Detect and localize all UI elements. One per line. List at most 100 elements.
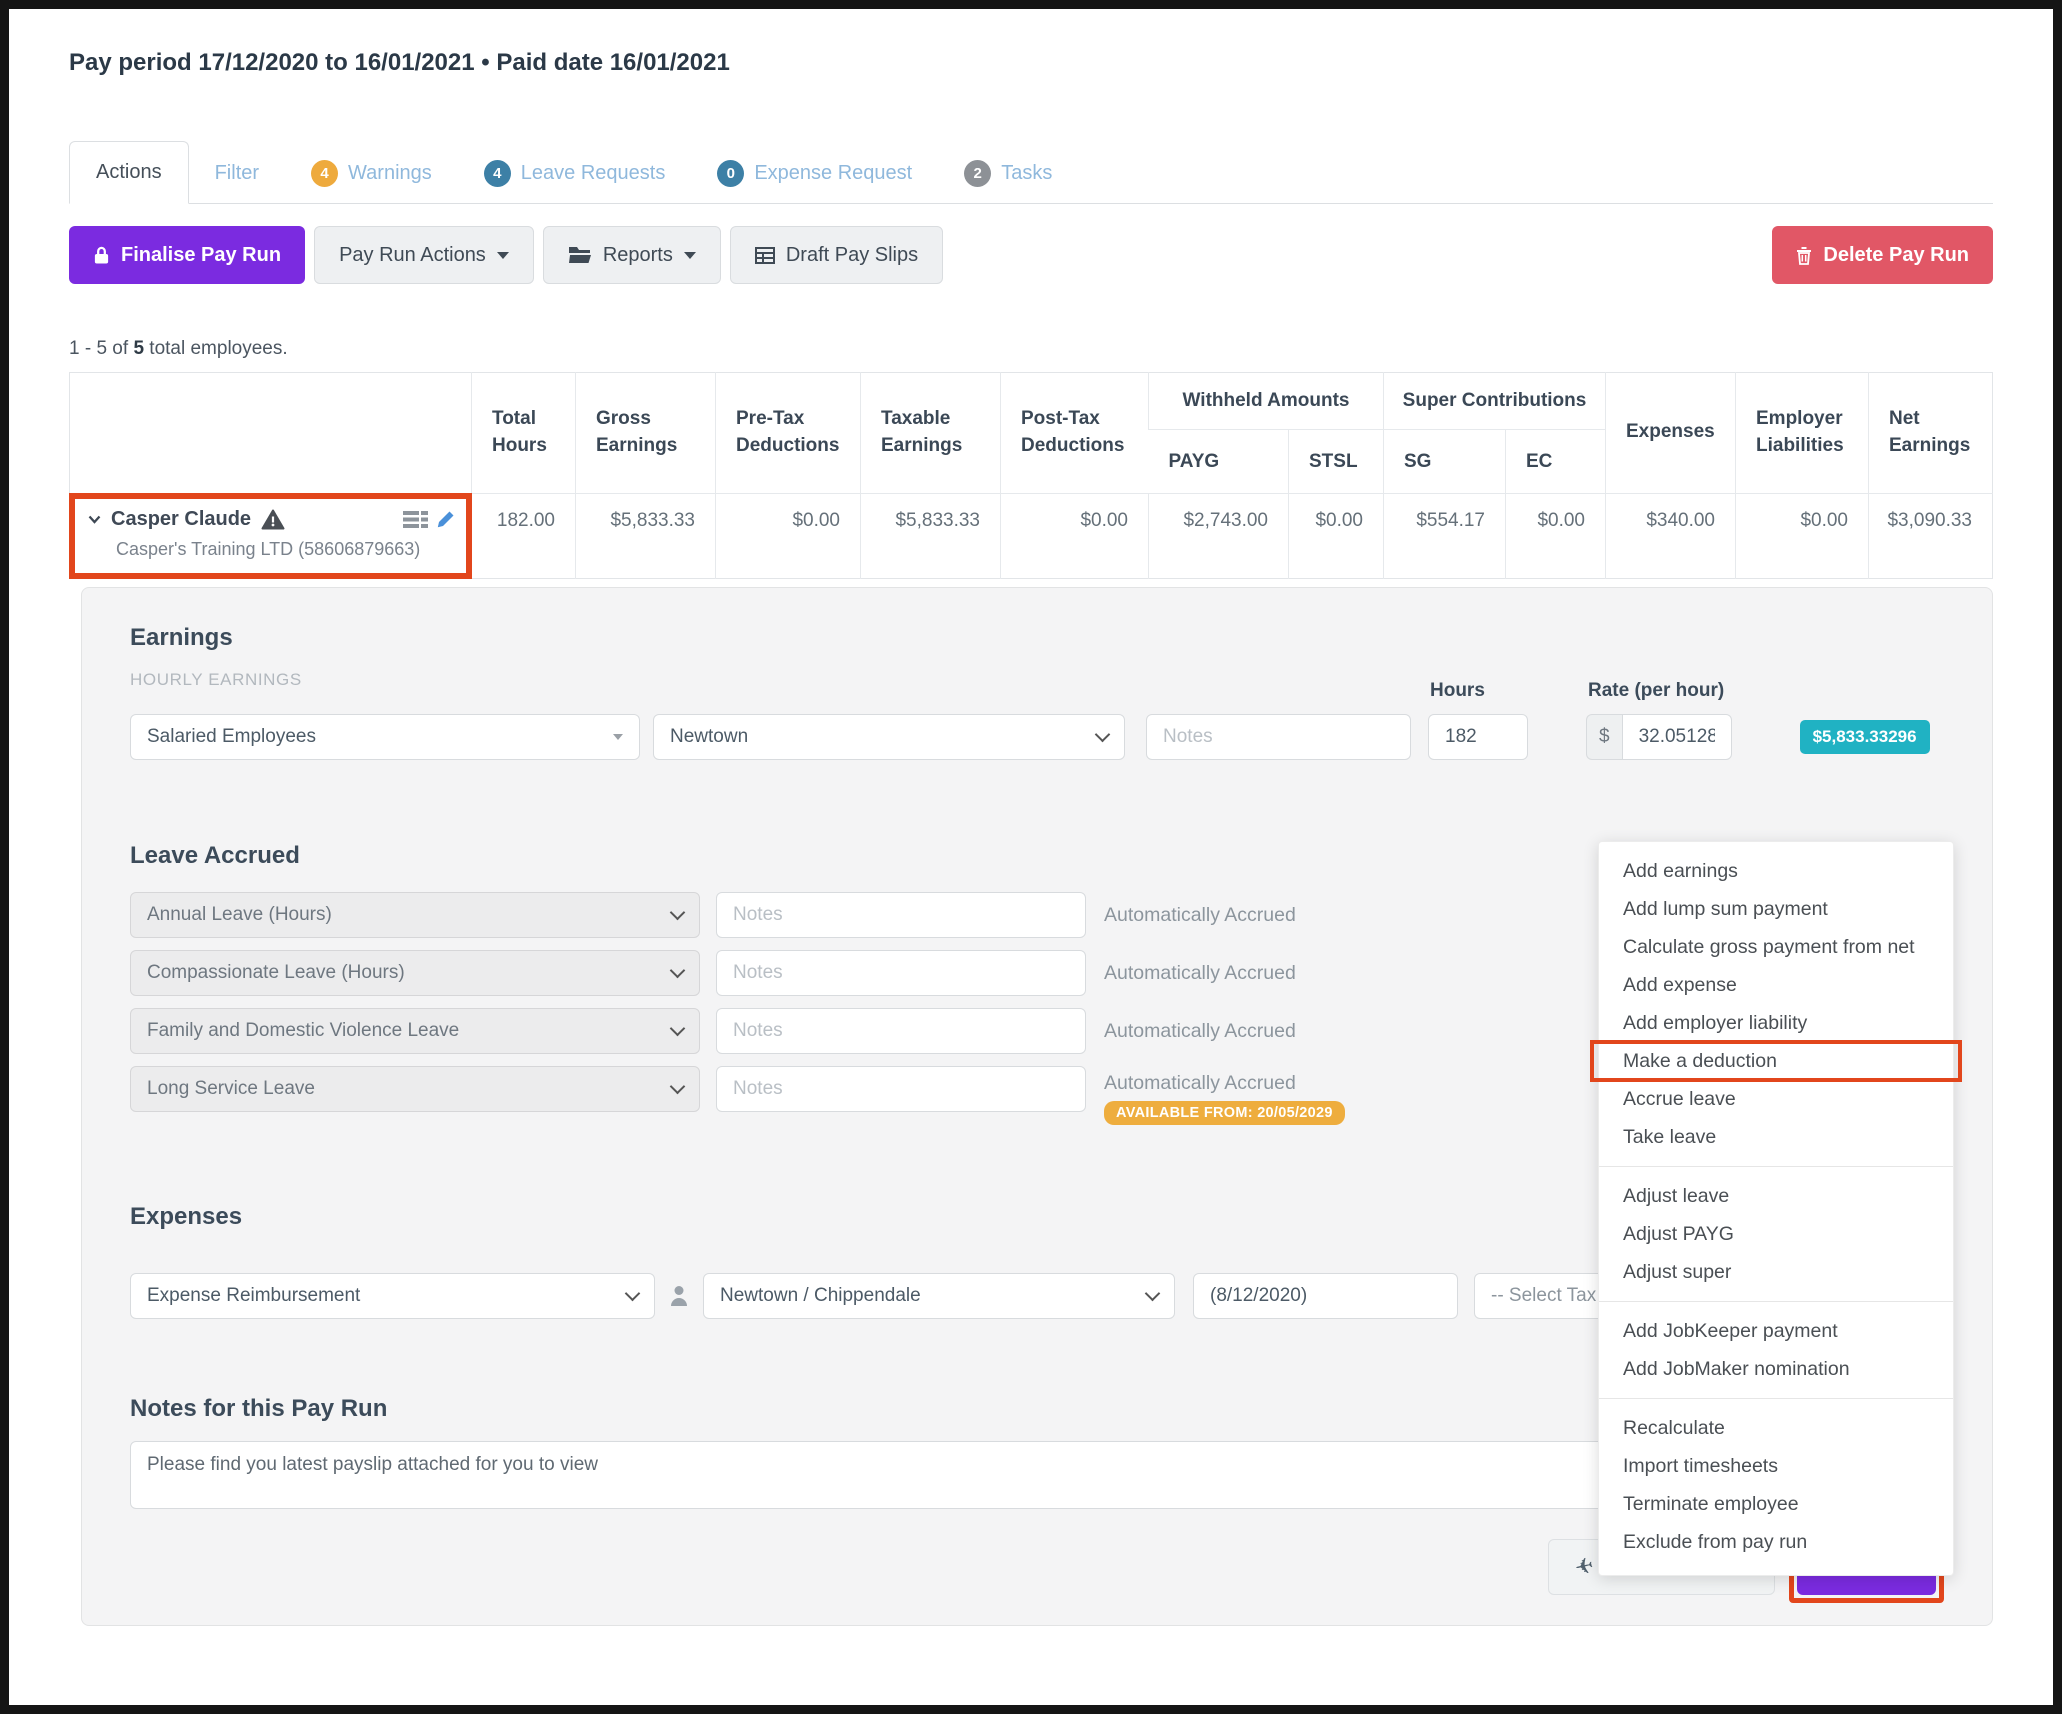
leave-status-0: Automatically Accrued [1104, 904, 1296, 927]
earnings-location-select[interactable]: Newtown [653, 714, 1125, 760]
menu-item-terminate-employee[interactable]: Terminate employee [1599, 1485, 1953, 1523]
finalise-pay-run-label: Finalise Pay Run [121, 244, 281, 267]
reports-label: Reports [603, 244, 673, 267]
toolbar: Finalise Pay Run Pay Run Actions Reports [69, 226, 1993, 284]
hours-input[interactable] [1428, 714, 1528, 760]
earnings-heading: Earnings [130, 624, 1944, 652]
payslip-grid-icon [755, 247, 775, 264]
leave-type-select-1[interactable]: Compassionate Leave (Hours) [130, 950, 700, 996]
cell-pre-tax-deductions: $0.00 [716, 494, 861, 579]
rate-input[interactable] [1622, 714, 1732, 760]
menu-divider [1599, 1398, 1953, 1399]
chevron-down-icon [670, 1079, 686, 1095]
cell-total-hours: 182.00 [472, 494, 576, 579]
employee-name-cell[interactable]: Casper Claude [70, 494, 472, 579]
expense-date-input[interactable] [1193, 1273, 1458, 1319]
chevron-down-icon [497, 252, 509, 259]
tab-warnings[interactable]: 4 Warnings [285, 143, 458, 203]
col-payg: PAYG [1149, 429, 1289, 494]
menu-item-adjust-payg[interactable]: Adjust PAYG [1599, 1215, 1953, 1253]
pay-run-employee-table: Total Hours Gross Earnings Pre-Tax Deduc… [69, 372, 1993, 579]
menu-item-add-expense[interactable]: Add expense [1599, 966, 1953, 1004]
earnings-notes-input[interactable] [1146, 714, 1411, 760]
menu-item-exclude-from-pay-run[interactable]: Exclude from pay run [1599, 1523, 1953, 1561]
header-row-groups: Total Hours Gross Earnings Pre-Tax Deduc… [70, 373, 1993, 430]
tab-tasks-label: Tasks [1001, 162, 1052, 185]
menu-item-add-lump-sum-payment[interactable]: Add lump sum payment [1599, 890, 1953, 928]
finalise-pay-run-button[interactable]: Finalise Pay Run [69, 226, 305, 284]
pay-run-actions-label: Pay Run Actions [339, 244, 486, 267]
leave-type-value-3: Long Service Leave [147, 1078, 315, 1100]
menu-item-adjust-super[interactable]: Adjust super [1599, 1253, 1953, 1291]
leave-notes-input-3[interactable] [716, 1066, 1086, 1112]
leave-type-value-0: Annual Leave (Hours) [147, 904, 332, 926]
rate-label: Rate (per hour) [1588, 680, 1724, 702]
delete-pay-run-button[interactable]: Delete Pay Run [1772, 226, 1993, 284]
menu-item-take-leave[interactable]: Take leave [1599, 1118, 1953, 1156]
leave-notes-input-1[interactable] [716, 950, 1086, 996]
menu-item-add-jobmaker-nomination[interactable]: Add JobMaker nomination [1599, 1350, 1953, 1388]
pay-category-select[interactable]: Salaried Employees [130, 714, 640, 760]
menu-item-accrue-leave[interactable]: Accrue leave [1599, 1080, 1953, 1118]
folder-icon [568, 246, 592, 264]
cell-post-tax-deductions: $0.00 [1001, 494, 1149, 579]
menu-item-make-a-deduction[interactable]: Make a deduction [1599, 1042, 1953, 1080]
expense-location-value: Newtown / Chippendale [720, 1285, 921, 1307]
tab-leave-requests[interactable]: 4 Leave Requests [458, 143, 692, 203]
col-total-hours: Total Hours [472, 373, 576, 494]
warning-icon [261, 509, 285, 530]
leave-type-value-2: Family and Domestic Violence Leave [147, 1020, 459, 1042]
menu-divider [1599, 1301, 1953, 1302]
available-from-badge: AVAILABLE FROM: 20/05/2029 [1104, 1101, 1345, 1125]
menu-item-add-earnings[interactable]: Add earnings [1599, 852, 1953, 890]
leave-status-3: Automatically Accrued [1104, 1072, 1345, 1095]
dropdown-triangle-icon [613, 734, 623, 740]
draft-pay-slips-button[interactable]: Draft Pay Slips [730, 226, 943, 284]
tab-filter[interactable]: Filter [189, 143, 285, 203]
tab-filter-label: Filter [215, 162, 259, 185]
tab-tasks[interactable]: 2 Tasks [938, 143, 1078, 203]
employee-count-summary: 1 - 5 of 5 total employees. [69, 338, 1993, 360]
screenshot-frame: Pay period 17/12/2020 to 16/01/2021 • Pa… [0, 0, 2062, 1714]
leave-type-select-2[interactable]: Family and Domestic Violence Leave [130, 1008, 700, 1054]
earnings-location-value: Newtown [670, 726, 748, 748]
earnings-total-badge: $5,833.33296 [1800, 720, 1930, 754]
menu-item-recalculate[interactable]: Recalculate [1599, 1409, 1953, 1447]
leave-type-select-3[interactable]: Long Service Leave [130, 1066, 700, 1112]
cell-taxable-earnings: $5,833.33 [861, 494, 1001, 579]
summary-count: 5 [133, 338, 144, 359]
currency-prefix: $ [1586, 714, 1622, 760]
expand-chevron-icon[interactable] [88, 515, 101, 524]
menu-item-add-jobkeeper-payment[interactable]: Add JobKeeper payment [1599, 1312, 1953, 1350]
cell-sg: $554.17 [1384, 494, 1506, 579]
employee-name[interactable]: Casper Claude [111, 508, 251, 531]
pay-details-icon[interactable] [403, 510, 428, 529]
pay-category-value: Salaried Employees [147, 726, 316, 748]
reports-button[interactable]: Reports [543, 226, 721, 284]
menu-item-add-employer-liability[interactable]: Add employer liability [1599, 1004, 1953, 1042]
chevron-down-icon [670, 1021, 686, 1037]
tab-leave-requests-label: Leave Requests [521, 162, 666, 185]
leave-notes-input-0[interactable] [716, 892, 1086, 938]
leave-notes-input-2[interactable] [716, 1008, 1086, 1054]
chevron-down-icon [1145, 1286, 1161, 1302]
chevron-down-icon [625, 1286, 641, 1302]
airplane-icon: ✈ [1572, 1552, 1595, 1581]
col-ec: EC [1506, 429, 1606, 494]
leave-status-2: Automatically Accrued [1104, 1020, 1296, 1043]
menu-item-calculate-gross-payment-from-net[interactable]: Calculate gross payment from net [1599, 928, 1953, 966]
tab-expense-request[interactable]: 0 Expense Request [691, 143, 938, 203]
expense-category-select[interactable]: Expense Reimbursement [130, 1273, 655, 1319]
tab-bar: Actions Filter 4 Warnings 4 Leave Reques… [69, 141, 1993, 204]
cell-payg: $2,743.00 [1149, 494, 1289, 579]
leave-type-select-0[interactable]: Annual Leave (Hours) [130, 892, 700, 938]
menu-item-import-timesheets[interactable]: Import timesheets [1599, 1447, 1953, 1485]
summary-prefix: 1 - 5 of [69, 338, 128, 359]
chevron-down-icon [684, 252, 696, 259]
expense-location-select[interactable]: Newtown / Chippendale [703, 1273, 1175, 1319]
draft-pay-slips-label: Draft Pay Slips [786, 244, 918, 267]
edit-pencil-icon[interactable] [436, 510, 455, 529]
menu-item-adjust-leave[interactable]: Adjust leave [1599, 1177, 1953, 1215]
pay-run-actions-button[interactable]: Pay Run Actions [314, 226, 534, 284]
tab-actions[interactable]: Actions [69, 141, 189, 204]
